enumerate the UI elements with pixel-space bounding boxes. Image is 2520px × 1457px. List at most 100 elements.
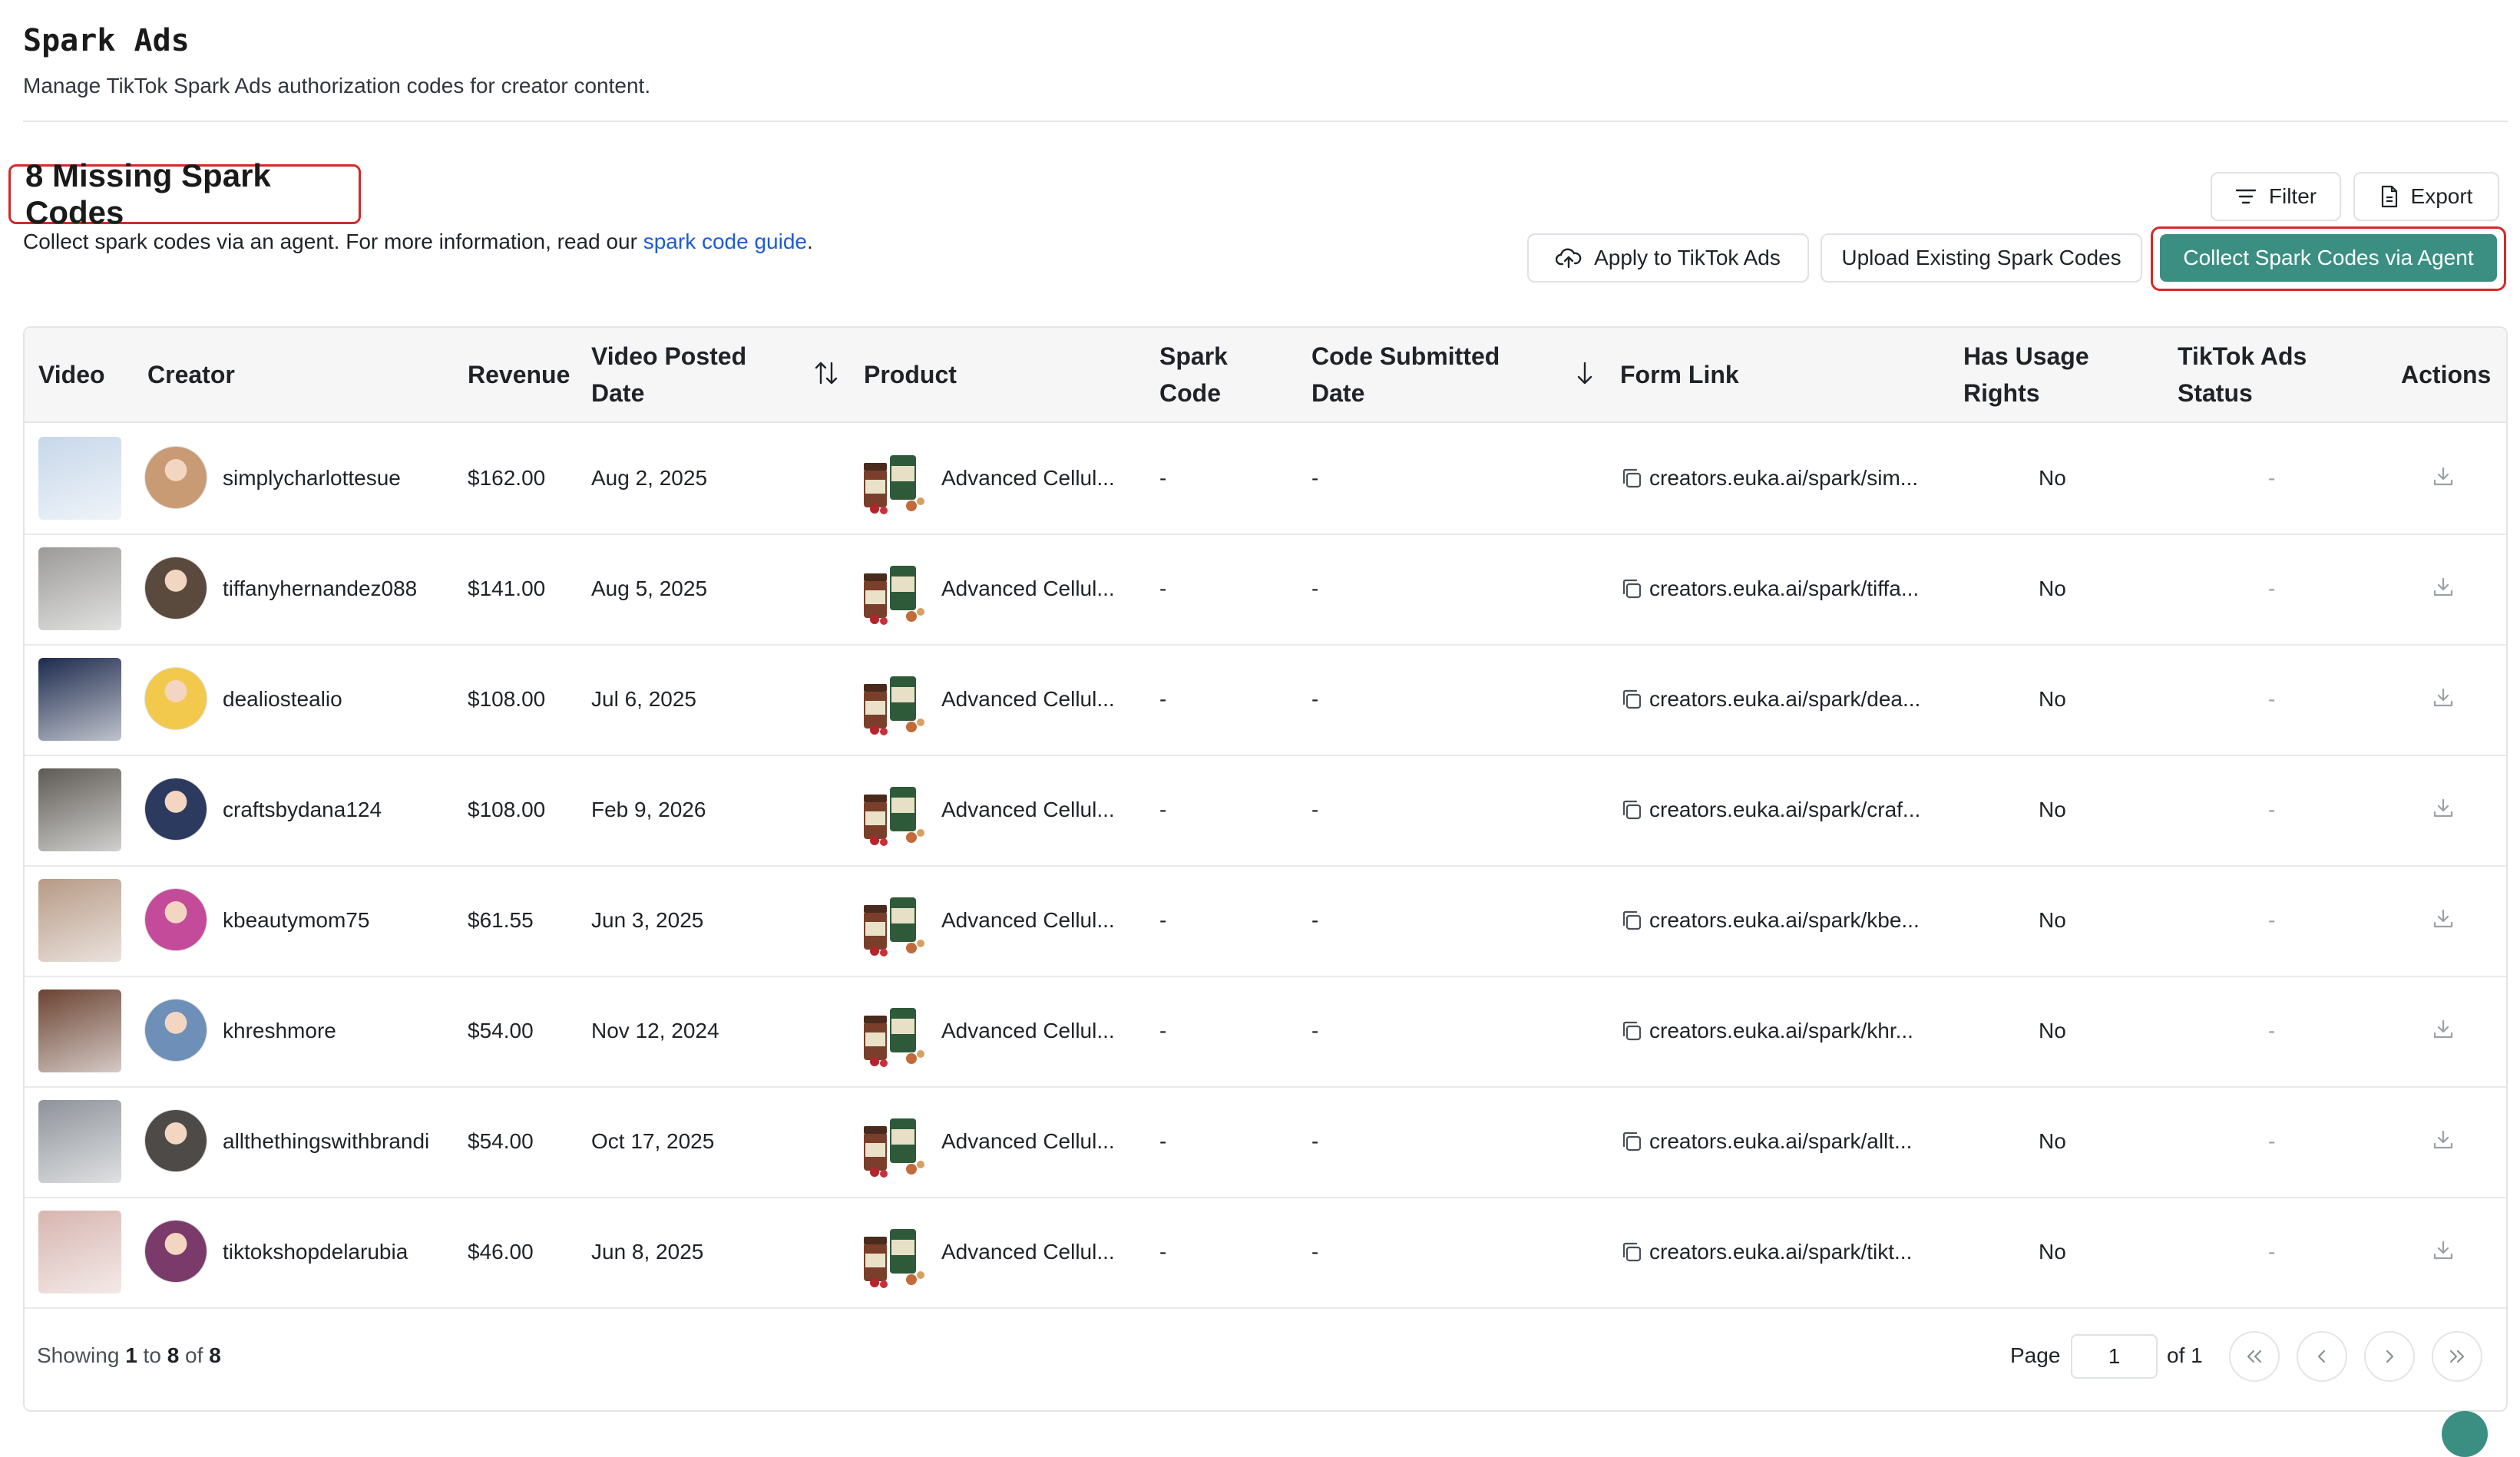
- table-row[interactable]: tiktokshopdelarubia $46.00 Jun 8, 2025 A…: [25, 1197, 2506, 1309]
- video-posted-date: Aug 5, 2025: [591, 577, 708, 600]
- col-video-posted-date[interactable]: Video Posted Date: [591, 328, 746, 421]
- last-page-button[interactable]: [2432, 1331, 2482, 1382]
- video-thumbnail[interactable]: [38, 768, 121, 851]
- spark-code-value: -: [1159, 1240, 1167, 1264]
- creator-name[interactable]: craftsbydana124: [223, 755, 382, 865]
- product-name[interactable]: Advanced Cellul...: [941, 1086, 1115, 1197]
- form-link-text[interactable]: creators.euka.ai/spark/khr...: [1649, 1019, 1913, 1043]
- form-link-text[interactable]: creators.euka.ai/spark/craf...: [1649, 798, 1920, 822]
- form-link-cell[interactable]: creators.euka.ai/spark/kbe...: [1620, 865, 1920, 976]
- sort-both-icon[interactable]: [814, 360, 838, 386]
- next-page-button[interactable]: [2364, 1331, 2415, 1382]
- creator-name[interactable]: tiffanyhernandez088: [223, 534, 417, 644]
- col-status-line2: Status: [2178, 379, 2253, 407]
- form-link-cell[interactable]: creators.euka.ai/spark/khr...: [1620, 976, 1913, 1086]
- copy-icon[interactable]: [1620, 688, 1643, 711]
- col-form-link: Form Link: [1620, 361, 1739, 388]
- download-icon[interactable]: [2432, 465, 2455, 488]
- copy-icon[interactable]: [1620, 1130, 1643, 1153]
- creator-name[interactable]: simplycharlottesue: [223, 423, 401, 534]
- col-spark-line1: Spark: [1159, 342, 1228, 370]
- product-name[interactable]: Advanced Cellul...: [941, 755, 1115, 865]
- tiktok-ads-status-value: -: [2268, 908, 2276, 932]
- copy-icon[interactable]: [1620, 1241, 1643, 1264]
- creator-name[interactable]: kbeautymom75: [223, 865, 369, 976]
- product-name[interactable]: Advanced Cellul...: [941, 534, 1115, 644]
- copy-icon[interactable]: [1620, 798, 1643, 821]
- table-row[interactable]: khreshmore $54.00 Nov 12, 2024 Advanced …: [25, 976, 2506, 1088]
- form-link-cell[interactable]: creators.euka.ai/spark/sim...: [1620, 423, 1918, 534]
- table-header: Video Creator Revenue Video Posted Date P…: [25, 328, 2506, 423]
- creator-name[interactable]: allthethingswithbrandi: [223, 1086, 429, 1197]
- copy-icon[interactable]: [1620, 467, 1643, 490]
- video-thumbnail[interactable]: [38, 547, 121, 630]
- video-thumbnail[interactable]: [38, 990, 121, 1072]
- export-button[interactable]: Export: [2353, 172, 2499, 221]
- tiktok-ads-status-value: -: [2268, 687, 2276, 711]
- sort-down-icon[interactable]: [1576, 360, 1594, 386]
- apply-to-tiktok-ads-button[interactable]: Apply to TikTok Ads: [1527, 233, 1809, 282]
- product-name[interactable]: Advanced Cellul...: [941, 423, 1115, 534]
- creator-name[interactable]: dealiostealio: [223, 644, 342, 755]
- table-row[interactable]: simplycharlottesue $162.00 Aug 2, 2025 A…: [25, 423, 2506, 535]
- has-usage-rights-value: No: [2039, 466, 2066, 490]
- first-page-button[interactable]: [2229, 1331, 2280, 1382]
- video-thumbnail[interactable]: [38, 1100, 121, 1183]
- copy-icon[interactable]: [1620, 577, 1643, 600]
- collect-spark-codes-via-agent-button[interactable]: Collect Spark Codes via Agent: [2160, 234, 2497, 282]
- product-name[interactable]: Advanced Cellul...: [941, 1197, 1115, 1307]
- product-name[interactable]: Advanced Cellul...: [941, 644, 1115, 755]
- spark-code-guide-link[interactable]: spark code guide: [643, 230, 807, 253]
- col-video-posted-line1: Video Posted: [591, 342, 747, 370]
- code-submitted-date: -: [1311, 798, 1319, 821]
- page-number-input[interactable]: [2071, 1334, 2158, 1379]
- form-link-cell[interactable]: creators.euka.ai/spark/tiffa...: [1620, 534, 1919, 644]
- table-row[interactable]: dealiostealio $108.00 Jul 6, 2025 Advanc…: [25, 644, 2506, 756]
- help-chat-button[interactable]: [2442, 1411, 2488, 1457]
- tiktok-ads-status-value: -: [2268, 798, 2276, 821]
- filter-button[interactable]: Filter: [2211, 172, 2341, 221]
- download-icon[interactable]: [2432, 686, 2455, 709]
- video-thumbnail[interactable]: [38, 658, 121, 741]
- col-code-submitted-date[interactable]: Code Submitted Date: [1311, 328, 1500, 421]
- form-link-text[interactable]: creators.euka.ai/spark/kbe...: [1649, 908, 1920, 933]
- previous-page-button[interactable]: [2297, 1331, 2347, 1382]
- download-icon[interactable]: [2432, 797, 2455, 820]
- avatar: [145, 447, 207, 508]
- copy-icon[interactable]: [1620, 1019, 1643, 1042]
- download-icon[interactable]: [2432, 576, 2455, 599]
- pagination-summary: Showing 1 to 8 of 8: [37, 1343, 221, 1368]
- creator-name[interactable]: tiktokshopdelarubia: [223, 1197, 408, 1307]
- form-link-text[interactable]: creators.euka.ai/spark/tikt...: [1649, 1240, 1912, 1264]
- download-icon[interactable]: [2432, 1018, 2455, 1041]
- product-image: [858, 993, 934, 1069]
- form-link-cell[interactable]: creators.euka.ai/spark/craf...: [1620, 755, 1920, 865]
- has-usage-rights-value: No: [2039, 1129, 2066, 1153]
- spark-codes-table: Video Creator Revenue Video Posted Date P…: [23, 326, 2508, 1412]
- form-link-cell[interactable]: creators.euka.ai/spark/dea...: [1620, 644, 1920, 755]
- form-link-cell[interactable]: creators.euka.ai/spark/allt...: [1620, 1086, 1912, 1197]
- video-thumbnail[interactable]: [38, 1211, 121, 1293]
- table-row[interactable]: tiffanyhernandez088 $141.00 Aug 5, 2025 …: [25, 534, 2506, 646]
- product-name[interactable]: Advanced Cellul...: [941, 976, 1115, 1086]
- tiktok-ads-status-value: -: [2268, 466, 2276, 490]
- form-link-text[interactable]: creators.euka.ai/spark/tiffa...: [1649, 577, 1919, 601]
- download-icon[interactable]: [2432, 907, 2455, 930]
- col-usage-line2: Rights: [1963, 379, 2040, 407]
- form-link-text[interactable]: creators.euka.ai/spark/dea...: [1649, 687, 1920, 712]
- creator-name[interactable]: khreshmore: [223, 976, 336, 1086]
- download-icon[interactable]: [2432, 1239, 2455, 1262]
- download-icon[interactable]: [2432, 1128, 2455, 1151]
- upload-existing-spark-codes-button[interactable]: Upload Existing Spark Codes: [1821, 233, 2142, 282]
- product-name[interactable]: Advanced Cellul...: [941, 865, 1115, 976]
- table-row[interactable]: craftsbydana124 $108.00 Feb 9, 2026 Adva…: [25, 755, 2506, 867]
- form-link-text[interactable]: creators.euka.ai/spark/allt...: [1649, 1129, 1912, 1154]
- table-row[interactable]: kbeautymom75 $61.55 Jun 3, 2025 Advanced…: [25, 865, 2506, 977]
- table-row[interactable]: allthethingswithbrandi $54.00 Oct 17, 20…: [25, 1086, 2506, 1198]
- video-thumbnail[interactable]: [38, 437, 121, 520]
- form-link-text[interactable]: creators.euka.ai/spark/sim...: [1649, 466, 1918, 491]
- form-link-cell[interactable]: creators.euka.ai/spark/tikt...: [1620, 1197, 1912, 1307]
- copy-icon[interactable]: [1620, 909, 1643, 932]
- video-thumbnail[interactable]: [38, 879, 121, 962]
- product-image: [858, 1214, 934, 1290]
